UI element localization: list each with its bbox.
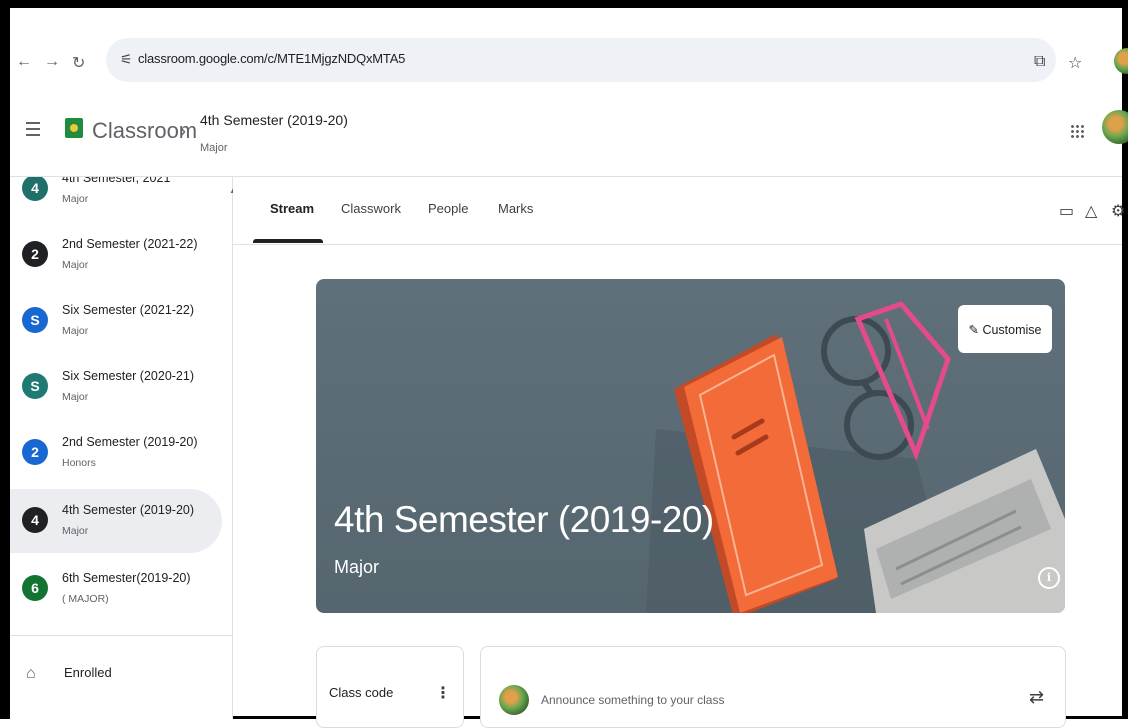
pencil-icon: ✎ (968, 323, 979, 337)
drive-icon[interactable]: △ (1085, 201, 1097, 221)
info-icon[interactable]: i (1038, 567, 1060, 589)
calendar-icon[interactable]: ▭ (1059, 201, 1074, 221)
main-menu-icon[interactable] (26, 122, 40, 140)
class-avatar: 4 (22, 507, 48, 533)
user-avatar (499, 685, 529, 715)
course-section: Major (200, 142, 228, 154)
classroom-logo-icon[interactable] (65, 118, 83, 138)
google-apps-icon[interactable] (1070, 124, 1084, 138)
sidebar-item-class[interactable]: S Six Semester (2020-21) Major (10, 355, 222, 419)
class-code-card: Class code ⋮ (316, 646, 464, 728)
sidebar-item-class[interactable]: 6 6th Semester(2019-20) ( MAJOR) (10, 557, 222, 621)
forward-arrow-icon[interactable]: → (44, 53, 60, 71)
screenshot-border (0, 0, 1128, 8)
course-tabs: Stream Classwork People Marks ▭ △ ⚙ (233, 177, 1125, 245)
sidebar-item-class[interactable]: 2 2nd Semester (2021-22) Major (10, 223, 222, 287)
sidebar-item-section: Honors (62, 457, 96, 469)
screenshot-border (0, 0, 10, 719)
sidebar-item-label: 2nd Semester (2021-22) (62, 237, 198, 251)
browser-toolbar: ← → ↻ ⚟ classroom.google.com/c/MTE1MjgzN… (10, 8, 1128, 88)
settings-gear-icon[interactable]: ⚙ (1111, 201, 1125, 221)
course-title[interactable]: 4th Semester (2019-20) (200, 112, 348, 128)
sidebar-item-section: ( MAJOR) (62, 593, 109, 605)
banner-title: 4th Semester (2019-20) (334, 499, 714, 540)
banner-subtitle: Major (334, 557, 380, 577)
account-avatar[interactable] (1102, 110, 1128, 144)
bookmark-star-icon[interactable]: ☆ (1068, 53, 1082, 73)
class-avatar: 4 (22, 177, 48, 201)
sidebar-item-section: Major (62, 391, 89, 403)
site-settings-icon[interactable]: ⚟ (120, 51, 133, 68)
more-options-icon[interactable]: ⋮ (435, 683, 451, 703)
sidebar-item-label: Six Semester (2021-22) (62, 303, 195, 317)
class-banner: ✎ Customise 4th Semester (2019-20) Major… (316, 279, 1065, 613)
sidebar-item-label: 2nd Semester (2019-20) (62, 435, 198, 449)
url-text[interactable]: classroom.google.com/c/MTE1MjgzNDQxMTA5 (138, 51, 405, 66)
class-avatar: S (22, 373, 48, 399)
active-tab-indicator (253, 239, 323, 243)
address-bar[interactable]: ⚟ classroom.google.com/c/MTE1MjgzNDQxMTA… (106, 38, 1056, 82)
tab-people[interactable]: People (428, 201, 468, 216)
customise-label: Customise (982, 323, 1042, 337)
sidebar-item-section: Major (62, 259, 89, 271)
screenshot-border (1122, 0, 1128, 719)
sidebar-item-class[interactable]: 4 4th Semester, 2021 Major (10, 177, 222, 221)
repost-icon[interactable]: ⇄ (1029, 687, 1044, 708)
sidebar-item-label: Six Semester (2020-21) (62, 369, 195, 383)
sidebar-item-class-active[interactable]: 4 4th Semester (2019-20) Major (10, 489, 222, 553)
sidebar-item-class[interactable]: 2 2nd Semester (2019-20) Honors (10, 421, 222, 485)
tab-stream[interactable]: Stream (270, 201, 314, 216)
class-avatar: S (22, 307, 48, 333)
announce-card[interactable]: Announce something to your class ⇄ (480, 646, 1066, 728)
back-arrow-icon[interactable]: ← (16, 53, 32, 71)
install-app-icon[interactable]: ⧉ (1034, 53, 1045, 71)
customise-button[interactable]: ✎ Customise (958, 305, 1052, 353)
chevron-right-icon: › (180, 121, 186, 141)
sidebar-item-section: Major (62, 525, 89, 537)
sidebar-item-label: 6th Semester(2019-20) (62, 571, 191, 585)
class-avatar: 2 (22, 439, 48, 465)
class-avatar: 6 (22, 575, 48, 601)
sidebar-divider (10, 635, 232, 636)
sidebar-item-label: 4th Semester (2019-20) (62, 503, 195, 517)
sidebar-item-enrolled[interactable]: Enrolled (64, 665, 112, 680)
sidebar-item-section: Major (62, 193, 89, 205)
banner-illustration (646, 301, 1065, 613)
class-avatar: 2 (22, 241, 48, 267)
reload-icon[interactable]: ↻ (72, 53, 85, 73)
graduation-cap-icon[interactable]: ⌂ (26, 665, 36, 683)
announce-input[interactable]: Announce something to your class (541, 693, 724, 707)
sidebar: 4 4th Semester, 2021 Major 2 2nd Semeste… (10, 177, 233, 719)
tab-classwork[interactable]: Classwork (341, 201, 401, 216)
tab-marks[interactable]: Marks (498, 201, 533, 216)
sidebar-item-section: Major (62, 325, 89, 337)
browser-profile-avatar[interactable] (1114, 48, 1128, 74)
sidebar-item-label: 4th Semester, 2021 (62, 177, 171, 185)
sidebar-item-class[interactable]: S Six Semester (2021-22) Major (10, 289, 222, 353)
app-header: Classroom › 4th Semester (2019-20) Major (10, 88, 1128, 177)
class-code-label: Class code (329, 685, 394, 700)
